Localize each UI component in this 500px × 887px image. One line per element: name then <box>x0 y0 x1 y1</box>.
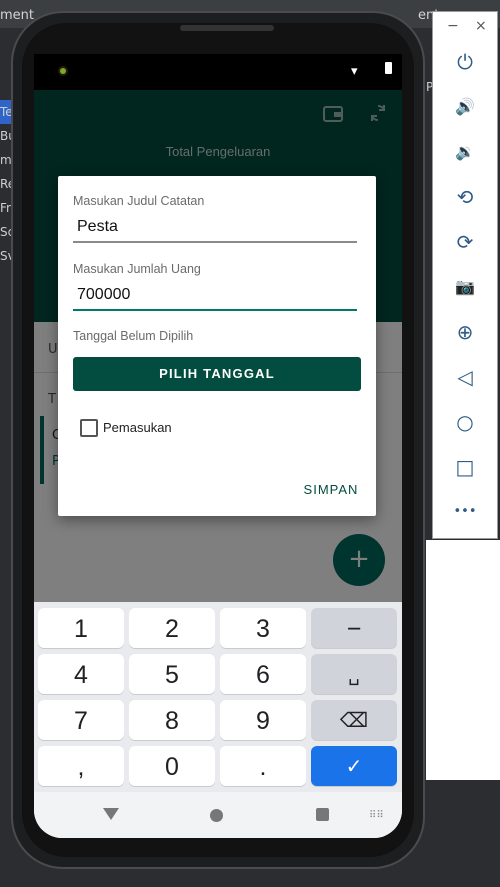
date-status: Tanggal Belum Dipilih <box>73 329 194 343</box>
zoom-icon[interactable]: ⊕ <box>447 314 483 350</box>
rotate-right-icon[interactable]: ⟳ <box>447 224 483 260</box>
home-icon[interactable]: ○ <box>447 404 483 440</box>
nav-home-icon[interactable] <box>210 809 223 822</box>
title-field-underline <box>73 241 357 243</box>
system-nav-bar: ⠿⠿ <box>34 792 402 838</box>
key-4[interactable]: 4 <box>38 654 124 694</box>
emulator-toolbar: − × ⏻ 🔊 🔉 ⟲ ⟳ 📷 ⊕ ◁ ○ □ ••• <box>432 11 498 539</box>
key-2[interactable]: 2 <box>129 608 215 648</box>
nav-recents-icon[interactable] <box>316 808 329 821</box>
rotate-left-icon[interactable]: ⟲ <box>447 179 483 215</box>
camera-icon[interactable]: 📷 <box>447 269 483 305</box>
volume-down-icon[interactable]: 🔉 <box>447 134 483 170</box>
wifi-icon: ▾ <box>351 64 358 79</box>
space-key-icon[interactable]: ␣ <box>311 654 397 694</box>
key-7[interactable]: 7 <box>38 700 124 740</box>
nav-back-icon[interactable] <box>103 808 119 820</box>
power-icon[interactable]: ⏻ <box>447 44 483 80</box>
income-checkbox[interactable] <box>80 419 98 437</box>
amount-field-underline <box>73 309 357 311</box>
numeric-keyboard: 1 2 3 − 4 5 6 ␣ 7 8 9 ⌫ , 0 . ✓ <box>34 602 402 792</box>
speaker-grille <box>180 25 274 31</box>
key-8[interactable]: 8 <box>129 700 215 740</box>
done-check-icon[interactable]: ✓ <box>311 746 397 786</box>
keyboard-switch-icon[interactable]: ⠿⠿ <box>369 810 384 821</box>
key-9[interactable]: 9 <box>220 700 306 740</box>
key-3[interactable]: 3 <box>220 608 306 648</box>
status-bar: ▾ <box>34 54 402 90</box>
key-comma[interactable]: , <box>38 746 124 786</box>
battery-icon <box>385 62 392 74</box>
camera-dot-icon <box>60 68 66 74</box>
amount-field-label: Masukan Jumlah Uang <box>73 262 201 276</box>
key-1[interactable]: 1 <box>38 608 124 648</box>
backspace-icon[interactable]: ⌫ <box>311 700 397 740</box>
add-entry-dialog: Masukan Judul Catatan Pesta Masukan Juml… <box>58 176 376 516</box>
key-6[interactable]: 6 <box>220 654 306 694</box>
phone-screen: ▾ Total Pengeluaran U T C P + Masukan Ju… <box>34 54 402 838</box>
income-checkbox-label[interactable]: Pemasukan <box>103 420 172 435</box>
minimize-button[interactable]: − <box>447 18 459 34</box>
key-0[interactable]: 0 <box>129 746 215 786</box>
key-minus[interactable]: − <box>311 608 397 648</box>
more-icon[interactable]: ••• <box>447 494 483 530</box>
back-icon[interactable]: ◁ <box>447 359 483 395</box>
pick-date-button[interactable]: PILIH TANGGAL <box>73 357 361 391</box>
key-5[interactable]: 5 <box>129 654 215 694</box>
save-button[interactable]: SIMPAN <box>296 482 366 497</box>
title-field-label: Masukan Judul Catatan <box>73 194 205 208</box>
key-period[interactable]: . <box>220 746 306 786</box>
close-button[interactable]: × <box>475 18 487 34</box>
volume-up-icon[interactable]: 🔊 <box>447 89 483 125</box>
ide-right-panel <box>426 540 500 780</box>
overview-icon[interactable]: □ <box>447 449 483 485</box>
